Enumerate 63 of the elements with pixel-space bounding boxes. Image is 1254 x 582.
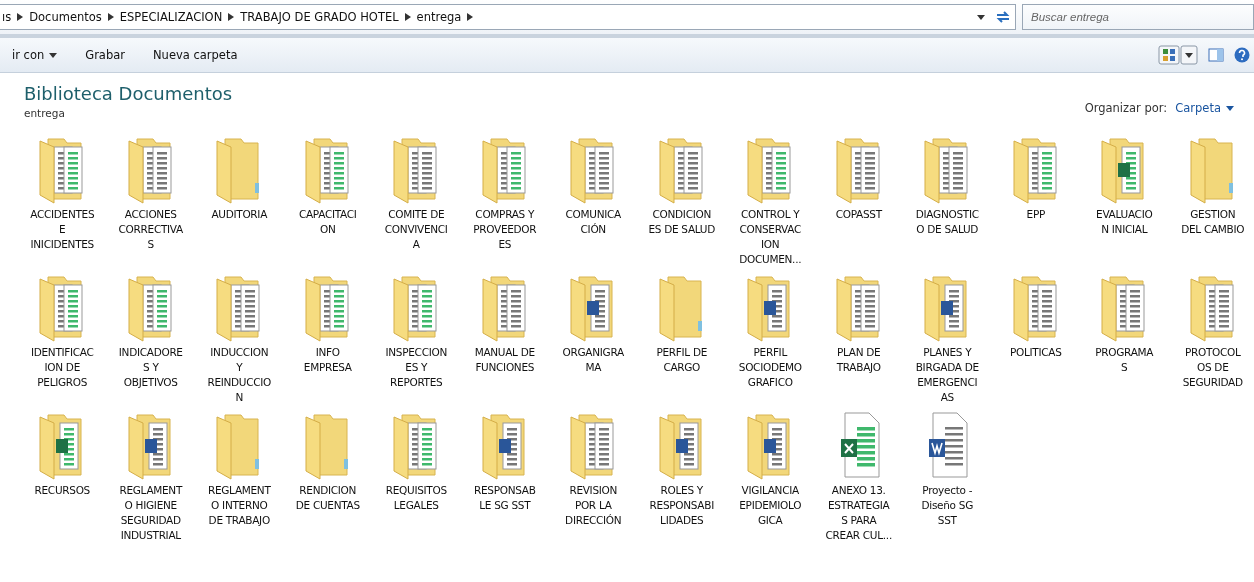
file-name[interactable]: MANUAL DE FUNCIONES [474, 345, 535, 375]
chevron-icon[interactable] [467, 13, 474, 21]
file-name[interactable]: Proyecto - Diseño SG SST [921, 483, 973, 528]
address-bar[interactable]: ıs Documentos ESPECIALIZACION TRABAJO DE GRADO HOTEL entrega [0, 4, 1016, 30]
file-name[interactable]: EVALUACIO N INICIAL [1096, 207, 1153, 237]
file-name[interactable]: REQUISITOS LEGALES [385, 483, 447, 513]
file-name[interactable]: CONDICION ES DE SALUD [648, 207, 715, 237]
file-name[interactable]: INDICADORE S Y OBJETIVOS [118, 345, 183, 390]
search-field[interactable]: Buscar entrega [1022, 4, 1254, 30]
file-name[interactable]: REGLAMENT O INTERNO DE TRABAJO [207, 483, 271, 528]
file-name[interactable]: ACCIONES CORRECTIVA S [118, 207, 183, 252]
file-name[interactable]: CAPACITACI ON [298, 207, 357, 237]
file-name[interactable]: POLITICAS [1009, 345, 1062, 360]
chevron-icon[interactable] [17, 13, 24, 21]
library-subtitle: entrega [24, 107, 66, 119]
breadcrumb[interactable]: Documentos [29, 10, 102, 24]
file-name[interactable]: PLANES Y BIRGADA DE EMERGENCI AS [915, 345, 979, 405]
file-name[interactable]: PERFIL SOCIODEMO GRAFICO [738, 345, 802, 390]
file-name[interactable]: PROGRAMA S [1095, 345, 1154, 375]
file-name[interactable]: INDUCCION Y REINDUCCIO N [207, 345, 272, 405]
file-name[interactable]: DIAGNOSTIC O DE SALUD [915, 207, 979, 237]
file-name[interactable]: EPP [1026, 207, 1045, 222]
chevron-icon[interactable] [404, 13, 411, 21]
file-name[interactable]: CONTROL Y CONSERVAC ION DOCUMEN... [739, 207, 802, 267]
file-name[interactable]: RENDICION DE CUENTAS [295, 483, 360, 513]
file-name[interactable]: COMUNICA CIÓN [565, 207, 621, 237]
breadcrumb[interactable]: entrega [416, 10, 462, 24]
file-name[interactable]: COPASST [835, 207, 882, 222]
file-name[interactable]: COMPRAS Y PROVEEDOR ES [473, 207, 537, 252]
file-name[interactable]: PERFIL DE CARGO [656, 345, 708, 375]
refresh-icon[interactable] [995, 10, 1011, 24]
file-name[interactable]: IDENTIFICAC ION DE PELIGROS [30, 345, 94, 390]
file-name[interactable]: ROLES Y RESPONSABI LIDADES [649, 483, 714, 528]
toolbar-button[interactable]: ir con [0, 44, 70, 66]
toolbar-button[interactable]: Grabar [73, 44, 137, 66]
file-name[interactable]: AUDITORIA [211, 207, 268, 222]
arrange-dropdown[interactable]: Carpeta [1175, 101, 1234, 115]
file-name[interactable]: VIGILANCIA EPIDEMIOLO GICA [739, 483, 802, 528]
toolbar-button[interactable]: Nueva carpeta [141, 44, 250, 66]
file-name[interactable]: GESTION DEL CAMBIO [1181, 207, 1245, 237]
view-options-icon[interactable] [1158, 45, 1198, 65]
file-name[interactable]: PLAN DE TRABAJO [836, 345, 881, 375]
file-name[interactable]: INFO EMPRESA [303, 345, 352, 375]
breadcrumb[interactable]: ESPECIALIZACION [119, 10, 223, 24]
chevron-icon[interactable] [228, 13, 235, 21]
file-name[interactable]: REGLAMENT O HIGIENE SEGURIDAD INDUSTRIAL [119, 483, 183, 543]
chevron-icon[interactable] [107, 13, 114, 21]
breadcrumb[interactable]: ıs [2, 10, 12, 24]
arrange-label: Organizar por: [1084, 101, 1168, 115]
caret-icon [1226, 105, 1234, 111]
file-name[interactable]: PROTOCOL OS DE SEGURIDAD [1182, 345, 1243, 390]
file-name[interactable]: REVISION POR LA DIRECCIÓN [565, 483, 622, 528]
file-name[interactable]: ANEXO 13. ESTRATEGIA S PARA CREAR CUL... [825, 483, 892, 543]
caret-icon[interactable] [977, 14, 985, 20]
file-name[interactable]: RECURSOS [34, 483, 90, 498]
file-name[interactable]: INSPECCION ES Y REPORTES [385, 345, 447, 390]
file-name[interactable]: RESPONSAB LE SG SST [473, 483, 536, 513]
help-icon[interactable] [1234, 47, 1250, 63]
file-name[interactable]: ORGANIGRA MA [562, 345, 624, 375]
file-name[interactable]: COMITE DE CONVIVENCI A [384, 207, 448, 252]
file-name[interactable]: ACCIDENTES E INICIDENTES [30, 207, 95, 252]
breadcrumb[interactable]: TRABAJO DE GRADO HOTEL [240, 10, 399, 24]
library-title: Biblioteca Documentos [24, 83, 233, 104]
